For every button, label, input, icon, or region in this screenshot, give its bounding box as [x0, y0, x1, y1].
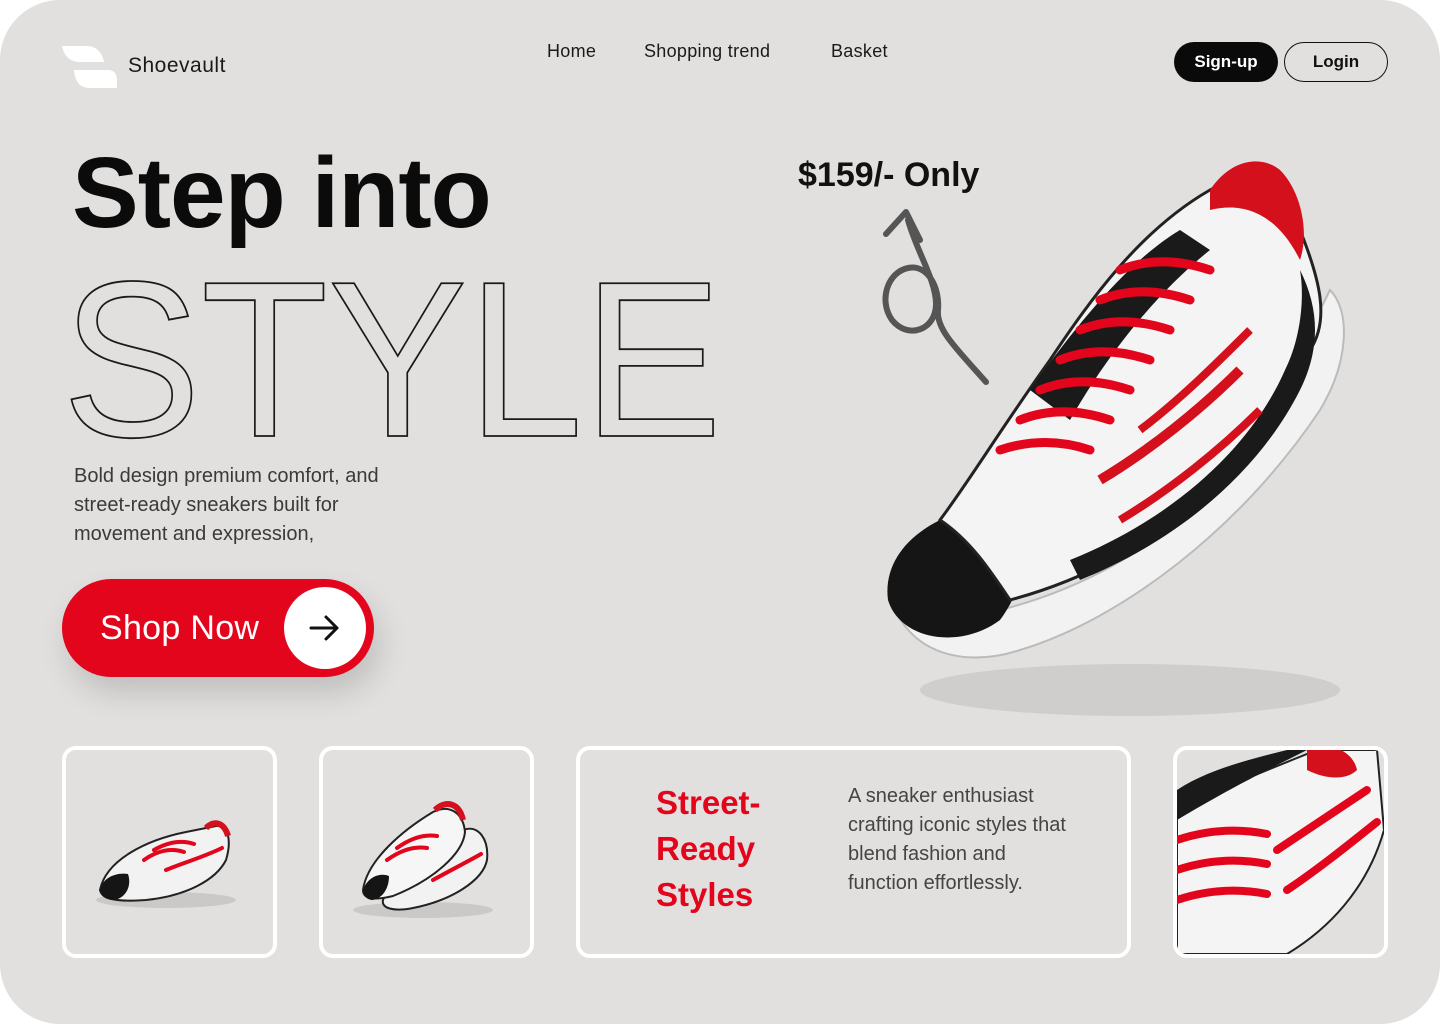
feature-title: Street- Ready Styles	[656, 780, 761, 918]
feature-text: A sneaker enthusiast crafting iconic sty…	[848, 785, 1066, 894]
shop-now-label: Shop Now	[100, 609, 260, 647]
product-card-3[interactable]	[1173, 746, 1388, 958]
product-card-2[interactable]	[319, 746, 534, 958]
sneaker-pair-thumbnail-image	[353, 801, 493, 918]
sneaker-thumbnail-image	[96, 820, 236, 908]
sneaker-closeup-image	[1177, 750, 1384, 954]
product-card-1[interactable]	[62, 746, 277, 958]
feature-card: Street- Ready Styles A sneaker enthusias…	[576, 746, 1131, 958]
svg-text:STYLE: STYLE	[62, 262, 722, 452]
hero-headline: Step into	[72, 137, 492, 249]
login-button[interactable]: Login	[1284, 42, 1388, 82]
page-frame: Shoevault Home Shopping trend Basket Sig…	[0, 0, 1440, 1024]
brand-name[interactable]: Shoevault	[128, 54, 226, 78]
feature-title-line-3: Styles	[656, 876, 754, 913]
nav-shopping-trend[interactable]: Shopping trend	[644, 41, 770, 62]
arrow-right-icon	[284, 587, 366, 669]
nav-basket[interactable]: Basket	[831, 41, 888, 62]
shop-now-button[interactable]: Shop Now	[62, 579, 374, 677]
hero-style-outline-text: STYLE	[61, 262, 723, 452]
nav-home[interactable]: Home	[547, 41, 596, 62]
feature-title-line-2: Ready	[656, 830, 756, 867]
signup-button[interactable]: Sign-up	[1174, 42, 1278, 82]
feature-title-line-1: Street-	[656, 784, 761, 821]
leaf-logo-icon[interactable]	[60, 44, 120, 90]
hero-description: Bold design premium comfort, and street-…	[74, 465, 379, 545]
hero-sneaker-image	[887, 161, 1345, 716]
